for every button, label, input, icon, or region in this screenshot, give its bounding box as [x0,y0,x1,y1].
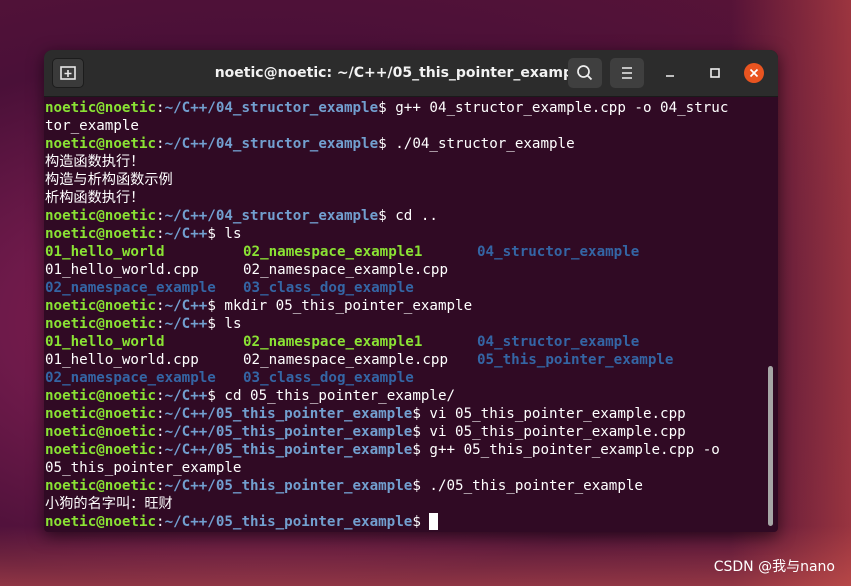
prompt-user: noetic@noetic [45,298,157,314]
prompt-user: noetic@noetic [45,442,157,458]
terminal-line: 构造函数执行！ [45,153,778,171]
prompt-path: ~/C++/05_this_pointer_example [164,424,413,440]
ls-file-entry: 02_namespace_example.cpp [243,262,448,278]
command-text: cd 05_this_pointer_example/ [224,388,456,404]
prompt-path: ~/C++/04_structor_example [164,100,379,116]
terminal-line: noetic@noetic:~/C++$ mkdir 05_this_point… [45,298,473,314]
terminal-line: noetic@noetic:~/C++$ cd 05_this_pointer_… [45,388,456,404]
prompt-user: noetic@noetic [45,136,157,152]
terminal-line: 05_this_pointer_example [45,459,778,477]
ls-directory-entry: 03_class_dog_example [243,370,414,386]
terminal-line: noetic@noetic:~/C++/04_structor_example$… [45,208,438,224]
prompt-user: noetic@noetic [45,226,157,242]
ls-directory-entry: 02_namespace_example1 [243,244,423,260]
ls-directory-entry: 02_namespace_example [45,370,216,386]
ls-directory-entry: 02_namespace_example [45,280,216,296]
prompt-path: ~/C++/05_this_pointer_example [164,406,413,422]
ls-directory-entry: 01_hello_world [45,334,165,350]
prompt-user: noetic@noetic [45,100,157,116]
terminal-line: 构造与析构函数示例 [45,171,778,189]
terminal-line: 析构函数执行！ [45,189,778,207]
menu-button[interactable] [610,58,644,88]
ls-directory-entry: 03_class_dog_example [243,280,414,296]
output-text: 构造函数执行！ [45,154,145,170]
prompt-user: noetic@noetic [45,478,157,494]
prompt-path: ~/C++ [164,388,208,404]
output-text: 构造与析构函数示例 [45,172,173,188]
minimize-icon [666,75,674,77]
maximize-icon [710,68,720,78]
minimize-button[interactable] [660,63,680,83]
command-text: cd .. [395,208,438,224]
ls-file-entry: 02_namespace_example.cpp [243,352,448,368]
terminal-line: noetic@noetic:~/C++$ ls [45,316,242,332]
command-text: vi 05_this_pointer_example.cpp [429,424,686,440]
prompt-user: noetic@noetic [45,424,157,440]
terminal-line: 02_namespace_example 03_class_dog_example [45,279,778,297]
close-icon [749,68,759,78]
prompt-path: ~/C++ [164,226,208,242]
terminal-line: 小狗的名字叫：旺财 [45,495,778,513]
prompt-path: ~/C++/05_this_pointer_example [164,478,413,494]
ls-file-entry: 01_hello_world.cpp [45,352,199,368]
terminal-line: noetic@noetic:~/C++/05_this_pointer_exam… [45,442,720,458]
ls-directory-entry: 04_structor_example [477,334,640,350]
terminal-line: 02_namespace_example 03_class_dog_example [45,369,778,387]
ls-directory-entry: 02_namespace_example1 [243,334,423,350]
search-button[interactable] [568,58,602,88]
output-text: 析构函数执行！ [45,190,145,206]
terminal-line: noetic@noetic:~/C++/05_this_pointer_exam… [45,513,778,531]
ls-file-entry: 01_hello_world.cpp [45,262,199,278]
prompt-user: noetic@noetic [45,388,157,404]
close-button[interactable] [744,63,764,83]
terminal-line: 01_hello_world.cpp 02_namespace_example.c… [45,351,778,369]
prompt-user: noetic@noetic [45,316,157,332]
hamburger-menu-icon [622,67,632,79]
search-icon [577,65,593,81]
command-text: g++ 05_this_pointer_example.cpp -o [429,442,720,458]
scrollbar[interactable] [768,366,773,526]
terminal-line: 01_hello_world.cpp 02_namespace_example.c… [45,261,778,279]
command-text: mkdir 05_this_pointer_example [224,298,473,314]
output-text: tor_example [45,118,139,134]
output-text: 小狗的名字叫：旺财 [45,496,173,512]
prompt-user: noetic@noetic [45,406,157,422]
terminal-line: 01_hello_world 02_namespace_example1 04_st… [45,333,778,351]
csdn-watermark: CSDN @我与nano [713,559,835,575]
terminal-line: noetic@noetic:~/C++/05_this_pointer_exam… [45,424,686,440]
terminal-output[interactable]: noetic@noetic:~/C++/04_structor_example$… [44,97,778,532]
command-text: ls [224,316,242,332]
window-title: noetic@noetic: ~/C++/05_this_pointer_exa… [214,65,588,81]
terminal-line: tor_example [45,117,778,135]
new-tab-button[interactable] [52,58,84,88]
terminal-line: noetic@noetic:~/C++/04_structor_example$… [45,100,729,116]
output-text: 05_this_pointer_example [45,460,242,476]
title-bar[interactable]: noetic@noetic: ~/C++/05_this_pointer_exa… [44,50,778,97]
command-text: ls [224,226,242,242]
terminal-window[interactable]: noetic@noetic: ~/C++/05_this_pointer_exa… [44,50,778,532]
terminal-line: noetic@noetic:~/C++/05_this_pointer_exam… [45,478,643,494]
prompt-path: ~/C++/05_this_pointer_example [164,442,413,458]
command-text: vi 05_this_pointer_example.cpp [429,406,686,422]
command-text: g++ 04_structor_example.cpp -o 04_struc [395,100,729,116]
command-text: ./04_structor_example [395,136,575,152]
terminal-line: noetic@noetic:~/C++/05_this_pointer_exam… [45,406,686,422]
prompt-path: ~/C++/04_structor_example [164,208,379,224]
ls-directory-entry: 01_hello_world [45,244,165,260]
ls-directory-entry: 04_structor_example [477,244,640,260]
text-cursor [429,513,439,530]
terminal-line: noetic@noetic:~/C++/04_structor_example$… [45,136,575,152]
command-text: ./05_this_pointer_example [429,478,643,494]
ls-directory-entry: 05_this_pointer_example [477,352,674,368]
terminal-line: noetic@noetic:~/C++$ ls [45,226,242,242]
prompt-path: ~/C++ [164,316,208,332]
prompt-user: noetic@noetic [45,208,157,224]
prompt-path: ~/C++/04_structor_example [164,136,379,152]
prompt-path: ~/C++/05_this_pointer_example [164,514,413,530]
prompt-path: ~/C++ [164,298,208,314]
maximize-button[interactable] [705,63,725,83]
prompt-user: noetic@noetic [45,514,157,530]
terminal-line: 01_hello_world 02_namespace_example1 04_st… [45,243,778,261]
new-tab-icon [60,66,76,80]
